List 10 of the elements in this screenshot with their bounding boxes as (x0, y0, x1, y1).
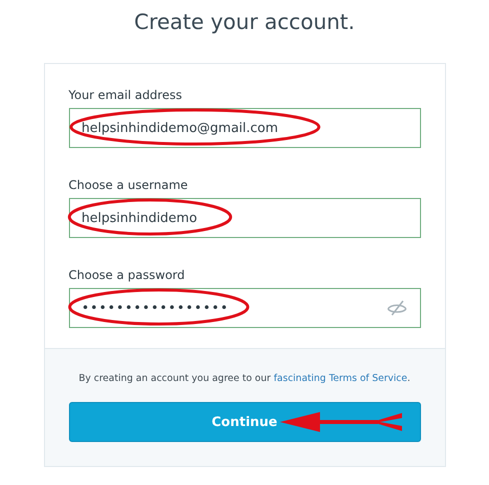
field-label: Your email address (68, 88, 183, 102)
field-label: Choose a username (68, 178, 189, 192)
input-field[interactable]: helpsinhindidemo (68, 198, 420, 238)
input-field[interactable]: helpsinhindidemo@gmail.com (68, 108, 420, 148)
terms-link[interactable]: fascinating Terms of Service (274, 373, 408, 384)
hidden-eye-icon[interactable] (386, 300, 408, 316)
terms-text: By creating an account you agree to our fascinating Terms of Service. (78, 373, 410, 384)
page-title: Create your account. (134, 10, 355, 36)
field-label: Choose a password (68, 268, 186, 282)
input-field[interactable]: ••••••••••••••••• (68, 288, 420, 328)
